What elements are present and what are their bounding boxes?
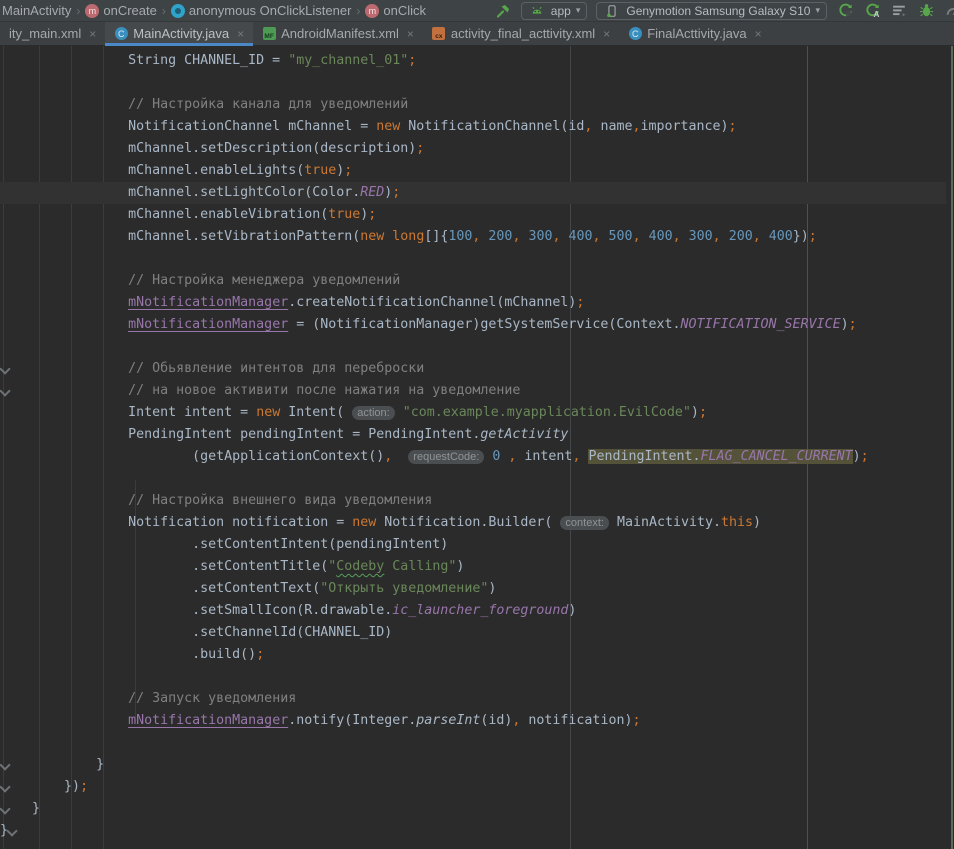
profile-lines-icon[interactable] [890, 2, 908, 20]
breadcrumb-item[interactable]: m onClick [365, 3, 426, 18]
device-selector[interactable]: Genymotion Samsung Galaxy S10 ▾ [596, 2, 827, 20]
code-line[interactable]: }); [0, 776, 946, 798]
tab-label: activity_final_acttivity.xml [451, 26, 595, 41]
tab-label: ity_main.xml [9, 26, 81, 41]
tab-close-icon[interactable]: × [237, 27, 244, 41]
code-line[interactable] [0, 72, 946, 94]
profiler-icon[interactable] [944, 2, 954, 20]
breadcrumb-label: MainActivity [2, 3, 71, 18]
code-line[interactable] [0, 336, 946, 358]
code-line[interactable]: .setChannelId(CHANNEL_ID) [0, 622, 946, 644]
anonymous-class-icon [171, 4, 185, 18]
code-line[interactable]: mChannel.enableLights(true); [0, 160, 946, 182]
rerun-icon[interactable] [836, 2, 854, 20]
manifest-file-icon: MF [262, 27, 276, 41]
editor-tab[interactable]: MF AndroidManifest.xml × [253, 22, 423, 45]
tab-close-icon[interactable]: × [603, 27, 610, 41]
code-line[interactable]: mNotificationManager.createNotificationC… [0, 292, 946, 314]
device-label: Genymotion Samsung Galaxy S10 [626, 4, 810, 18]
breadcrumb-item[interactable]: anonymous OnClickListener [171, 3, 352, 18]
code-area[interactable]: String CHANNEL_ID = "my_channel_01"; // … [0, 50, 946, 842]
svg-text:A: A [873, 10, 879, 19]
code-line[interactable]: Intent intent = new Intent( action: "com… [0, 402, 946, 424]
run-toolbar: app ▾ Genymotion Samsung Galaxy S10 ▾ A [494, 0, 954, 22]
device-phone-icon [603, 2, 621, 20]
code-line[interactable]: String CHANNEL_ID = "my_channel_01"; [0, 50, 946, 72]
debug-bug-icon[interactable] [917, 2, 935, 20]
editor-tab[interactable]: cx activity_final_acttivity.xml × [423, 22, 619, 45]
code-line[interactable] [0, 248, 946, 270]
build-hammer-icon[interactable] [494, 2, 512, 20]
java-class-icon: C [114, 27, 128, 41]
code-line[interactable] [0, 732, 946, 754]
breadcrumb: MainActivity › m onCreate › anonymous OnClick… [0, 3, 426, 18]
editor[interactable]: String CHANNEL_ID = "my_channel_01"; // … [0, 46, 954, 849]
code-line[interactable]: .setContentTitle("Codeby Calling") [0, 556, 946, 578]
breadcrumb-separator-icon: › [162, 4, 166, 18]
navigation-bar: MainActivity › m onCreate › anonymous OnClick… [0, 0, 954, 22]
code-line[interactable]: } [0, 820, 946, 842]
code-line[interactable]: Notification notification = new Notifica… [0, 512, 946, 534]
code-line[interactable] [0, 468, 946, 490]
code-line[interactable]: mNotificationManager = (NotificationMana… [0, 314, 946, 336]
tab-label: AndroidManifest.xml [281, 26, 399, 41]
code-line[interactable]: NotificationChannel mChannel = new Notif… [0, 116, 946, 138]
method-icon: m [85, 4, 99, 18]
code-line[interactable]: } [0, 798, 946, 820]
breadcrumb-separator-icon: › [356, 4, 360, 18]
code-line[interactable] [0, 666, 946, 688]
attach-debugger-icon[interactable]: A [863, 2, 881, 20]
code-line[interactable]: mNotificationManager.notify(Integer.pars… [0, 710, 946, 732]
code-line[interactable]: // Настройка канала для уведомлений [0, 94, 946, 116]
tab-close-icon[interactable]: × [755, 27, 762, 41]
xml-layout-file-icon: cx [432, 27, 446, 41]
breadcrumb-item[interactable]: MainActivity [2, 3, 71, 18]
breadcrumb-separator-icon: › [76, 4, 80, 18]
code-line[interactable]: // Запуск уведомления [0, 688, 946, 710]
code-line[interactable]: // на новое активити после нажатия на ув… [0, 380, 946, 402]
code-line[interactable]: .setContentText("Открыть уведомление") [0, 578, 946, 600]
breadcrumb-label: anonymous OnClickListener [189, 3, 352, 18]
android-studio-window: MainActivity › m onCreate › anonymous OnClick… [0, 0, 954, 849]
breadcrumb-label: onClick [383, 3, 426, 18]
tab-label: MainActivity.java [133, 26, 229, 41]
code-line[interactable]: PendingIntent pendingIntent = PendingInt… [0, 424, 946, 446]
editor-tab[interactable]: ity_main.xml × [0, 22, 105, 45]
code-line[interactable]: // Настройка внешнего вида уведомления [0, 490, 946, 512]
code-line[interactable]: mChannel.setLightColor(Color.RED); [0, 182, 946, 204]
code-line[interactable]: mChannel.setVibrationPattern(new long[]{… [0, 226, 946, 248]
tab-close-icon[interactable]: × [89, 27, 96, 41]
breadcrumb-item[interactable]: m onCreate [85, 3, 156, 18]
code-line[interactable]: // Обьявление интентов для переброски [0, 358, 946, 380]
code-line[interactable]: mChannel.setDescription(description); [0, 138, 946, 160]
scrollbar-error-stripe[interactable] [946, 46, 954, 849]
code-line[interactable]: // Настройка менеджера уведомлений [0, 270, 946, 292]
chevron-down-icon: ▾ [815, 5, 820, 16]
android-app-icon [528, 2, 546, 20]
parameter-hint: requestCode: [408, 450, 484, 464]
breadcrumb-label: onCreate [103, 3, 156, 18]
run-config-label: app [551, 4, 571, 18]
java-class-icon: C [628, 27, 642, 41]
parameter-hint: action: [352, 406, 394, 420]
code-line[interactable]: .build(); [0, 644, 946, 666]
method-icon: m [365, 4, 379, 18]
editor-tab[interactable]: C FinalActtivity.java × [619, 22, 770, 45]
code-line[interactable]: mChannel.enableVibration(true); [0, 204, 946, 226]
tab-label: FinalActtivity.java [647, 26, 746, 41]
chevron-down-icon: ▾ [576, 5, 581, 16]
editor-tab[interactable]: C MainActivity.java × [105, 22, 253, 45]
code-line[interactable]: } [0, 754, 946, 776]
code-line[interactable]: (getApplicationContext(), requestCode: 0… [0, 446, 946, 468]
code-line[interactable]: .setContentIntent(pendingIntent) [0, 534, 946, 556]
parameter-hint: context: [560, 516, 609, 530]
run-config-selector[interactable]: app ▾ [521, 2, 588, 20]
code-line[interactable]: .setSmallIcon(R.drawable.ic_launcher_for… [0, 600, 946, 622]
editor-tabs: ity_main.xml × C MainActivity.java × MF Androi… [0, 22, 954, 46]
tab-close-icon[interactable]: × [407, 27, 414, 41]
